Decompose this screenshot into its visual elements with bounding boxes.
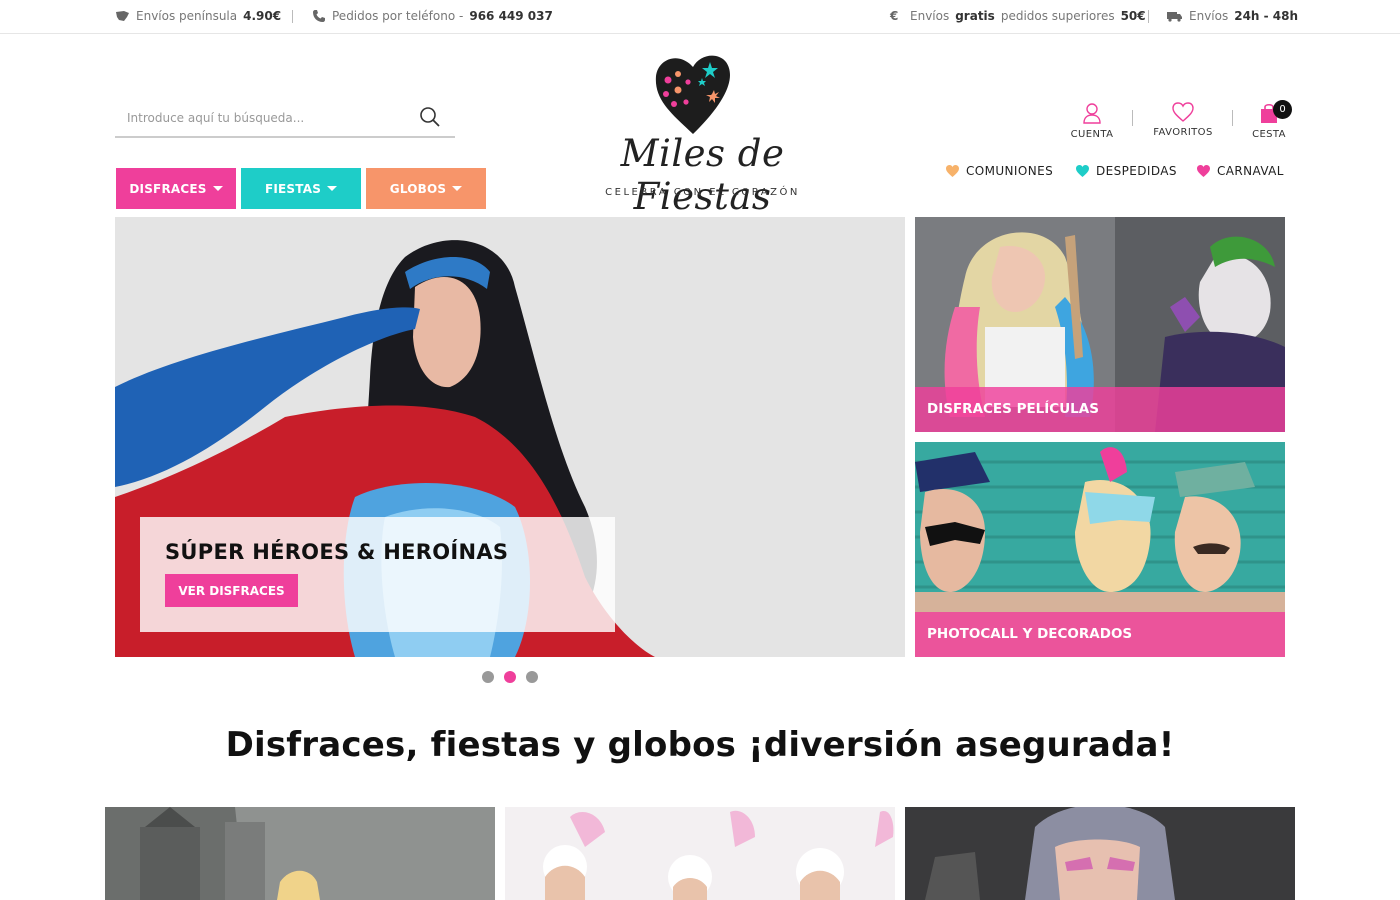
category-card[interactable] xyxy=(105,807,495,900)
truck-icon xyxy=(1167,12,1182,22)
slider-dot-active[interactable] xyxy=(504,671,516,683)
caret-down-icon xyxy=(212,186,223,191)
slider-dot[interactable] xyxy=(482,671,494,683)
caret-down-icon xyxy=(327,186,338,191)
favorites-link[interactable]: FAVORITOS xyxy=(1148,102,1218,138)
slider-dot[interactable] xyxy=(526,671,538,683)
card-image xyxy=(905,807,1295,900)
account-label: CUENTA xyxy=(1070,129,1114,140)
logo-tagline: CELEBRA CON EL CORAZÓN xyxy=(605,187,800,198)
category-fiestas-button[interactable]: FIESTAS xyxy=(241,168,361,209)
phone-prefix: Pedidos por teléfono - xyxy=(332,9,464,23)
delivery-time: 24h - 48h xyxy=(1234,9,1299,23)
search-input[interactable] xyxy=(115,102,405,134)
shipping-price: 4.90€ xyxy=(243,9,282,23)
caret-down-icon xyxy=(452,186,463,191)
occasion-carnaval-link[interactable]: CARNAVAL xyxy=(1196,164,1284,178)
phone-number[interactable]: 966 449 037 xyxy=(469,9,553,23)
actions-divider xyxy=(1132,110,1133,126)
occasion-label: DESPEDIDAS xyxy=(1096,164,1177,178)
category-label: FIESTAS xyxy=(264,181,322,196)
free-amount: 50€ xyxy=(1120,9,1146,23)
card-image xyxy=(105,807,495,900)
category-label: GLOBOS xyxy=(389,181,447,196)
spain-map-icon xyxy=(116,11,129,21)
tile-photocall[interactable]: PHOTOCALL Y DECORADOS xyxy=(915,442,1285,657)
account-link[interactable]: CUENTA xyxy=(1057,102,1127,140)
tile-movie-costumes[interactable]: DISFRACES PELÍCULAS xyxy=(915,217,1285,432)
free-shipping-info: € Envíos gratis pedidos superiores 50€ xyxy=(890,9,1146,23)
phone-icon xyxy=(313,10,325,22)
topbar-divider xyxy=(1148,10,1149,23)
free-prefix: Envíos xyxy=(910,9,950,23)
category-disfraces-button[interactable]: DISFRACES xyxy=(116,168,236,209)
delivery-prefix: Envíos xyxy=(1189,9,1229,23)
tile-label-band: DISFRACES PELÍCULAS xyxy=(915,387,1285,432)
category-card[interactable] xyxy=(505,807,895,900)
topbar-divider xyxy=(292,10,293,23)
cart-link[interactable]: CESTA xyxy=(1234,102,1304,140)
site-logo[interactable]: Miles de Fiestas CELEBRA CON EL CORAZÓN xyxy=(560,50,845,218)
top-info-bar: Envíos península 4.90€ Pedidos por teléf… xyxy=(0,0,1400,34)
euro-icon: € xyxy=(890,9,899,23)
free-bold: gratis xyxy=(955,9,995,23)
occasion-comuniones-link[interactable]: COMUNIONES xyxy=(945,164,1053,178)
logo-wordmark: Miles de Fiestas xyxy=(620,132,785,218)
phone-info: Pedidos por teléfono - 966 449 037 xyxy=(312,9,553,23)
cart-label: CESTA xyxy=(1252,129,1286,140)
category-label: DISFRACES xyxy=(129,181,207,196)
favorites-label: FAVORITOS xyxy=(1153,127,1213,138)
tile-label: PHOTOCALL Y DECORADOS xyxy=(927,626,1133,642)
heart-icon xyxy=(1076,165,1089,177)
tile-label-band: PHOTOCALL Y DECORADOS xyxy=(915,612,1285,657)
user-icon xyxy=(1083,103,1101,124)
hero-title: SÚPER HÉROES & HEROÍNAS xyxy=(165,540,509,564)
tile-label: DISFRACES PELÍCULAS xyxy=(927,401,1099,417)
occasion-label: CARNAVAL xyxy=(1217,164,1284,178)
section-heading: Disfraces, fiestas y globos ¡diversión a… xyxy=(225,725,1175,765)
occasion-label: COMUNIONES xyxy=(966,164,1054,178)
category-card[interactable] xyxy=(905,807,1295,900)
free-mid: pedidos superiores xyxy=(1000,9,1115,23)
category-globos-button[interactable]: GLOBOS xyxy=(366,168,486,209)
hero-slider[interactable]: SÚPER HÉROES & HEROÍNAS VER DISFRACES xyxy=(115,217,905,657)
card-image xyxy=(505,807,895,900)
heart-icon xyxy=(1197,165,1210,177)
heart-icon xyxy=(1172,102,1194,122)
hero-caption: SÚPER HÉROES & HEROÍNAS VER DISFRACES xyxy=(140,517,615,632)
cart-count-badge: 0 xyxy=(1273,100,1292,119)
search-box xyxy=(115,102,455,138)
actions-divider xyxy=(1232,110,1233,126)
heart-icon xyxy=(946,165,959,177)
hero-cta-button[interactable]: VER DISFRACES xyxy=(165,574,298,607)
shipping-info: Envíos península 4.90€ xyxy=(115,9,281,23)
delivery-info: Envíos 24h - 48h xyxy=(1167,9,1298,23)
shipping-prefix: Envíos península xyxy=(136,9,238,23)
search-icon[interactable] xyxy=(419,106,441,128)
occasion-despedidas-link[interactable]: DESPEDIDAS xyxy=(1075,164,1177,178)
heart-logo-icon xyxy=(655,55,730,135)
